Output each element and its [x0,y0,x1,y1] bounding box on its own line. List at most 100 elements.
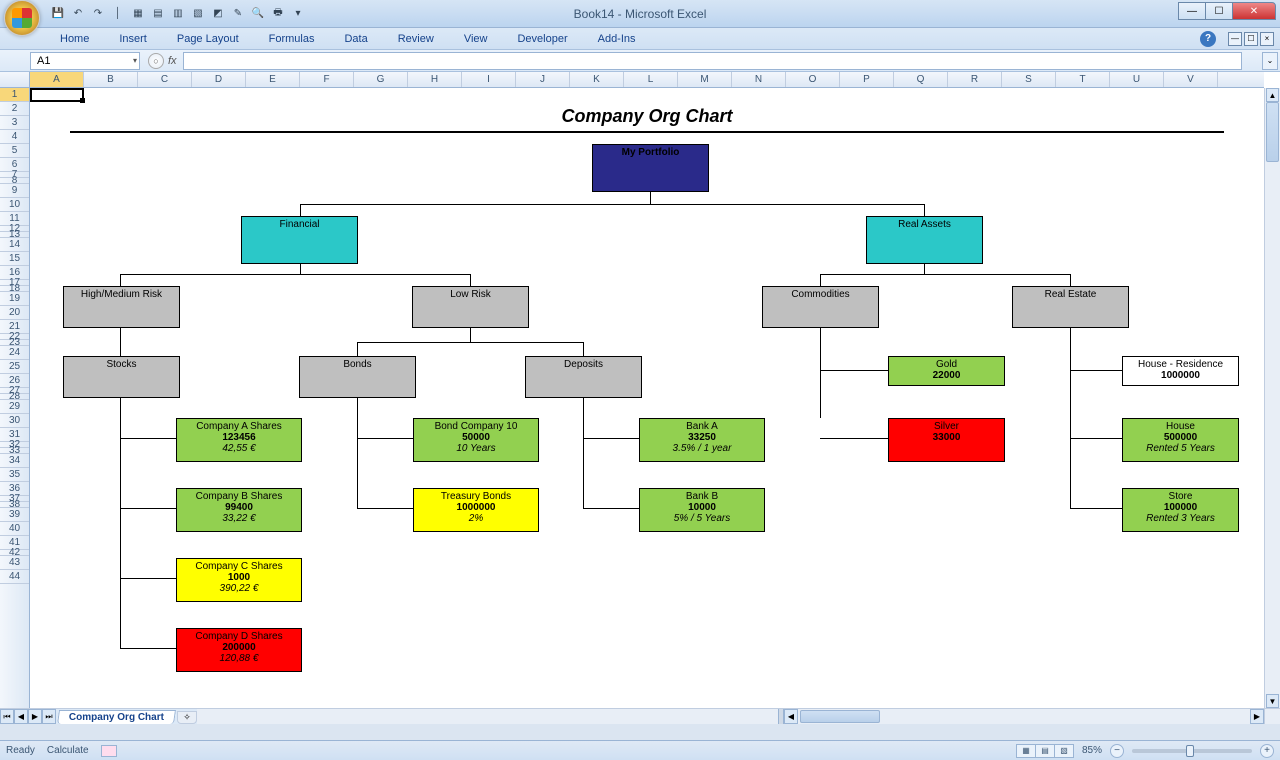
column-header[interactable]: V [1164,72,1218,87]
chevron-down-icon[interactable]: ▾ [133,56,137,65]
cells-grid[interactable]: Company Org Chart My Portfolio Financial… [30,88,1264,708]
row-header[interactable]: 14 [0,238,29,252]
ribbon-tab-review[interactable]: Review [386,31,446,47]
column-header[interactable]: H [408,72,462,87]
formula-expand-button[interactable]: ⌄ [1262,52,1278,70]
column-header[interactable]: Q [894,72,948,87]
wb-minimize-button[interactable]: — [1228,32,1242,46]
office-button[interactable] [4,0,40,36]
column-header[interactable]: S [1002,72,1056,87]
zoom-slider[interactable] [1132,749,1252,753]
node-high-medium-risk[interactable]: High/Medium Risk [63,286,180,328]
node-leaf[interactable]: Store 100000 Rented 3 Years [1122,488,1239,532]
row-header[interactable]: 29 [0,400,29,414]
wb-restore-button[interactable]: ☐ [1244,32,1258,46]
node-real-estate[interactable]: Real Estate [1012,286,1129,328]
ribbon-tab-insert[interactable]: Insert [107,31,159,47]
row-header[interactable]: 34 [0,454,29,468]
save-icon[interactable]: 💾 [50,6,66,22]
name-box[interactable]: A1 ▾ [30,52,140,70]
scroll-thumb[interactable] [1266,102,1279,162]
row-header[interactable]: 30 [0,414,29,428]
node-leaf[interactable]: Company A Shares 123456 42,55 € [176,418,302,462]
zoom-in-button[interactable]: + [1260,744,1274,758]
help-icon[interactable]: ? [1200,31,1216,47]
row-header[interactable]: 15 [0,252,29,266]
select-all-button[interactable] [0,72,30,88]
column-header[interactable]: U [1110,72,1164,87]
node-stocks[interactable]: Stocks [63,356,180,398]
horizontal-scrollbar[interactable]: ◀ ▶ [784,709,1264,724]
node-gold[interactable]: Gold 22000 [888,356,1005,386]
scroll-right-button[interactable]: ▶ [1250,709,1264,724]
qat-icon[interactable]: ▤ [150,6,166,22]
column-header[interactable]: N [732,72,786,87]
column-header[interactable]: P [840,72,894,87]
column-header[interactable]: M [678,72,732,87]
ribbon-tab-data[interactable]: Data [332,31,379,47]
node-leaf[interactable]: Bond Company 10 50000 10 Years [413,418,539,462]
tab-prev-button[interactable]: ◀ [14,709,28,724]
column-header[interactable]: F [300,72,354,87]
column-header[interactable]: K [570,72,624,87]
scroll-up-button[interactable]: ▲ [1266,88,1279,102]
node-leaf[interactable]: Bank B 10000 5% / 5 Years [639,488,765,532]
macro-record-icon[interactable] [101,745,117,757]
wb-close-button[interactable]: × [1260,32,1274,46]
ribbon-tab-home[interactable]: Home [48,31,101,47]
tab-last-button[interactable]: ⏭ [42,709,56,724]
ribbon-tab-addins[interactable]: Add-Ins [586,31,648,47]
row-header[interactable]: 19 [0,292,29,306]
node-leaf[interactable]: Bank A 33250 3.5% / 1 year [639,418,765,462]
ribbon-tab-view[interactable]: View [452,31,500,47]
qat-icon[interactable]: ✎ [230,6,246,22]
node-bonds[interactable]: Bonds [299,356,416,398]
print-icon[interactable]: 🖶 [270,6,286,22]
fx-label[interactable]: fx [168,55,177,67]
qat-more-icon[interactable]: ▾ [290,6,306,22]
row-header[interactable]: 39 [0,508,29,522]
qat-icon[interactable]: ▦ [130,6,146,22]
close-button[interactable]: ✕ [1232,2,1276,20]
qat-icon[interactable]: ▥ [170,6,186,22]
redo-icon[interactable]: ↷ [90,6,106,22]
row-header[interactable]: 25 [0,360,29,374]
zoom-out-button[interactable]: − [1110,744,1124,758]
row-header[interactable]: 2 [0,102,29,116]
column-header[interactable]: D [192,72,246,87]
fx-lens-icon[interactable]: ○ [148,53,164,69]
row-header[interactable]: 44 [0,570,29,584]
column-header[interactable]: R [948,72,1002,87]
node-leaf[interactable]: Company B Shares 99400 33,22 € [176,488,302,532]
node-commodities[interactable]: Commodities [762,286,879,328]
scroll-left-button[interactable]: ◀ [784,709,798,724]
column-header[interactable]: A [30,72,84,87]
node-leaf[interactable]: Company C Shares 1000 390,22 € [176,558,302,602]
undo-icon[interactable]: ↶ [70,6,86,22]
node-root[interactable]: My Portfolio [592,144,709,192]
print-preview-icon[interactable]: 🔍 [250,6,266,22]
tab-first-button[interactable]: ⏮ [0,709,14,724]
row-headers[interactable]: 1234567891011121314151617181920212223242… [0,88,30,708]
view-page-layout-button[interactable]: ▤ [1035,744,1055,758]
column-header[interactable]: E [246,72,300,87]
node-low-risk[interactable]: Low Risk [412,286,529,328]
node-leaf[interactable]: House 500000 Rented 5 Years [1122,418,1239,462]
ribbon-tab-page-layout[interactable]: Page Layout [165,31,251,47]
row-header[interactable]: 5 [0,144,29,158]
scroll-down-button[interactable]: ▼ [1266,694,1279,708]
qat-icon[interactable]: ◩ [210,6,226,22]
column-header[interactable]: G [354,72,408,87]
column-headers[interactable]: ABCDEFGHIJKLMNOPQRSTUV [30,72,1264,88]
view-normal-button[interactable]: ▦ [1016,744,1036,758]
maximize-button[interactable]: ☐ [1205,2,1233,20]
node-house-residence[interactable]: House - Residence 1000000 [1122,356,1239,386]
row-header[interactable]: 20 [0,306,29,320]
vertical-scrollbar[interactable]: ▲ ▼ [1264,88,1280,708]
node-real-assets[interactable]: Real Assets [866,216,983,264]
column-header[interactable]: T [1056,72,1110,87]
zoom-thumb[interactable] [1186,745,1194,757]
column-header[interactable]: I [462,72,516,87]
node-leaf[interactable]: Silver 33000 [888,418,1005,462]
scroll-thumb[interactable] [800,710,880,723]
